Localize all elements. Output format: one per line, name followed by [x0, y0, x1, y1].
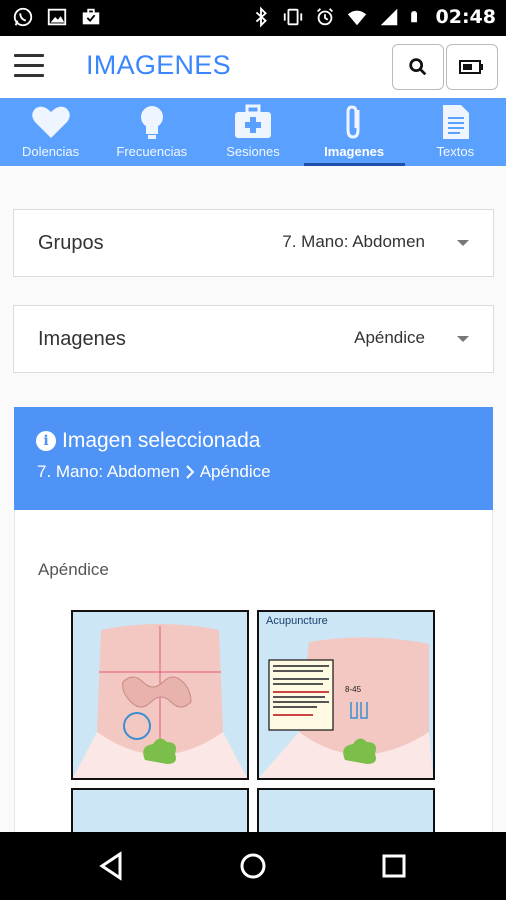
- page-title: IMAGENES: [86, 50, 231, 80]
- tab-sesiones[interactable]: Sesiones: [202, 98, 303, 166]
- battery-button[interactable]: [446, 44, 498, 90]
- imagenes-value: Apéndice: [354, 328, 425, 347]
- tab-bar: Dolencias Frecuencias Sesiones Imagenes …: [0, 98, 506, 166]
- abdomen-illustration: [73, 612, 247, 778]
- image-icon: [47, 8, 67, 26]
- caret-down-icon: [457, 240, 469, 246]
- image-content: Apéndice Acupuncture 8-45: [14, 510, 493, 848]
- search-button[interactable]: [392, 44, 444, 90]
- back-icon[interactable]: [96, 850, 128, 882]
- search-icon: [409, 58, 427, 76]
- chevron-right-icon: [186, 465, 195, 479]
- lightbulb-icon: [140, 106, 163, 139]
- selected-image-panel: i Imagen seleccionada 7. Mano: Abdomen A…: [14, 407, 493, 510]
- tab-dolencias[interactable]: Dolencias: [0, 98, 101, 166]
- tab-textos[interactable]: Textos: [405, 98, 506, 166]
- wifi-icon: [347, 10, 366, 26]
- image-thumbnail[interactable]: Acupuncture 8-45: [257, 610, 435, 780]
- whatsapp-icon: [13, 7, 33, 27]
- selected-image-title: i Imagen seleccionada: [36, 429, 260, 453]
- paperclip-icon: [346, 105, 360, 139]
- tab-frecuencias[interactable]: Frecuencias: [101, 98, 202, 166]
- home-icon[interactable]: [237, 850, 269, 882]
- caret-down-icon: [457, 336, 469, 342]
- tile-caption: Acupuncture: [266, 615, 328, 627]
- grupos-select[interactable]: Grupos 7. Mano: Abdomen: [13, 209, 494, 277]
- battery-icon: [410, 11, 417, 23]
- imagenes-select[interactable]: Imagenes Apéndice: [13, 305, 494, 373]
- status-bar: 02:48: [0, 0, 506, 36]
- tab-imagenes[interactable]: Imagenes: [303, 98, 405, 166]
- navigation-bar: [0, 832, 506, 900]
- grupos-value: 7. Mano: Abdomen: [282, 232, 425, 251]
- info-icon: i: [36, 431, 56, 451]
- point-label: 8-45: [345, 685, 362, 694]
- first-aid-kit-icon: [234, 104, 271, 138]
- vibrate-icon: [283, 8, 302, 26]
- signal-icon: [380, 8, 397, 26]
- image-subtitle: Apéndice: [38, 560, 109, 579]
- hamburger-menu-icon[interactable]: [14, 54, 44, 80]
- acupuncture-illustration: [259, 612, 433, 778]
- breadcrumb: 7. Mano: Abdomen Apéndice: [37, 462, 271, 482]
- app-bar: IMAGENES: [0, 36, 506, 98]
- briefcase-icon: [82, 8, 100, 25]
- heart-icon: [31, 106, 70, 138]
- bluetooth-icon: [255, 6, 267, 28]
- breadcrumb-group: 7. Mano: Abdomen: [37, 462, 180, 481]
- imagenes-label: Imagenes: [38, 328, 126, 350]
- battery-icon: [459, 60, 483, 74]
- breadcrumb-item: Apéndice: [199, 462, 271, 481]
- image-thumbnail[interactable]: [71, 610, 249, 780]
- clock: 02:48: [435, 6, 496, 28]
- document-icon: [443, 105, 470, 139]
- alarm-icon: [316, 8, 333, 26]
- recents-icon[interactable]: [378, 850, 410, 882]
- grupos-label: Grupos: [38, 232, 104, 254]
